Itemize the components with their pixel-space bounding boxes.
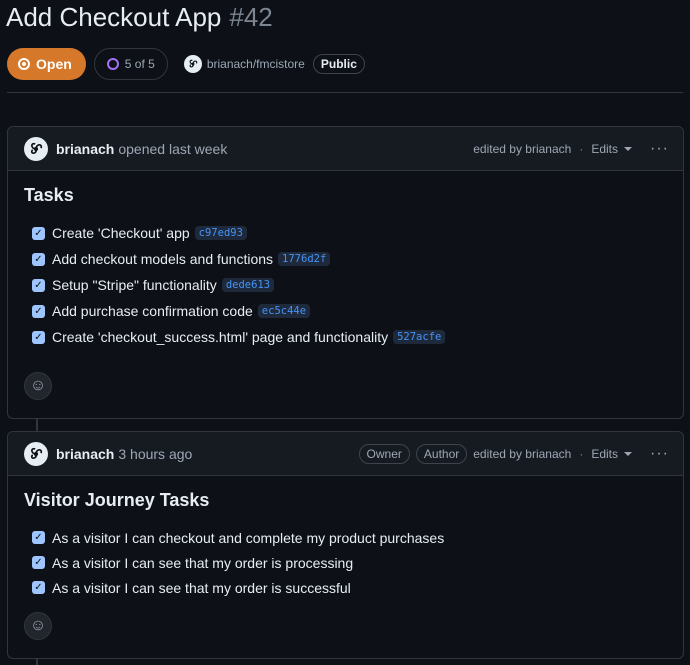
progress-ring-icon [106,58,119,70]
comment-heading: Tasks [24,185,74,205]
edits-label: Edits [591,141,619,156]
task-checkbox[interactable]: ✓ [32,226,45,240]
comment-timestamp[interactable]: opened last week [118,141,227,157]
task-item: ✓ Setup "Stripe" functionality dede613 [32,272,667,298]
smiley-icon[interactable]: ☺ [24,612,52,640]
task-text: As a visitor I can checkout and complete… [52,529,445,546]
task-text: Create 'Checkout' app [52,225,190,241]
task-text: Create 'checkout_success.html' page and … [52,329,389,345]
issue-title: Add Checkout App [6,2,222,32]
triskelion-avatar-icon[interactable] [24,136,48,161]
task-checkbox[interactable]: ✓ [32,556,45,569]
issue-opened-icon [18,58,30,70]
kebab-horizontal-icon[interactable]: ··· [650,140,669,158]
comment-body: Tasks ✓ Create 'Checkout' app c97ed93 ✓ … [8,171,683,412]
kebab-horizontal-icon[interactable]: ··· [650,445,669,463]
timeline-connector [36,658,38,665]
state-label: Open [36,56,72,72]
task-checkbox[interactable]: ✓ [32,581,45,594]
task-text: As a visitor I can see that my order is … [52,554,354,571]
task-item: ✓ Add checkout models and functions 1776… [32,246,667,272]
task-progress-label: 5 of 5 [124,57,155,71]
issue-title-row: Add Checkout App #42 [6,2,273,38]
task-item: ✓ As a visitor I can checkout and comple… [32,525,667,550]
task-checkbox[interactable]: ✓ [32,278,45,292]
task-item: ✓ As a visitor I can see that my order i… [32,575,667,600]
owner-badge: Owner [358,443,410,464]
commit-sha-link[interactable]: ec5c44e [257,304,311,318]
issue-meta: Open 5 of 5 brianach/fmcistore Public [7,48,365,80]
task-list: ✓ As a visitor I can checkout and comple… [24,525,667,600]
commit-sha-link[interactable]: c97ed93 [194,226,247,240]
commit-sha-link[interactable]: 527acfe [393,330,446,344]
task-progress[interactable]: 5 of 5 [93,48,168,80]
visibility-badge: Public [312,54,365,74]
issue-body-comment: brianach opened last week edited by bria… [7,126,684,419]
triskelion-avatar-icon[interactable] [24,441,48,466]
edits-dropdown[interactable]: Edits [591,141,633,156]
comment-heading: Visitor Journey Tasks [24,490,210,510]
repo-link[interactable]: brianach/fmcistore [207,57,305,71]
task-item: ✓ Create 'checkout_success.html' page an… [32,324,667,350]
task-checkbox[interactable]: ✓ [32,304,45,318]
edits-dropdown[interactable]: Edits [591,446,633,461]
triskelion-avatar-icon[interactable] [183,55,202,73]
state-badge: Open [7,48,86,80]
comment-body: Visitor Journey Tasks ✓ As a visitor I c… [8,476,683,652]
task-checkbox[interactable]: ✓ [32,330,45,344]
commit-sha-link[interactable]: 1776d2f [278,252,331,266]
comment-timestamp[interactable]: 3 hours ago [118,446,192,462]
comment-header: brianach 3 hours ago Owner Author edited… [8,432,683,476]
commit-sha-link[interactable]: dede613 [221,278,275,292]
edits-label: Edits [591,446,619,461]
edited-by-label: edited by brianach [473,446,572,461]
separator-dot: · [579,446,584,461]
comment-header-actions: Owner Author edited by brianach · Edits … [358,443,669,464]
task-list: ✓ Create 'Checkout' app c97ed93 ✓ Add ch… [24,220,667,350]
task-checkbox[interactable]: ✓ [32,252,45,266]
comment-header: brianach opened last week edited by bria… [8,127,683,171]
comment-author[interactable]: brianach [56,141,114,157]
chevron-down-icon [624,451,633,456]
comment-author[interactable]: brianach [56,446,114,462]
task-text: Setup "Stripe" functionality [52,277,217,293]
header-divider [7,92,683,93]
comment: brianach 3 hours ago Owner Author edited… [7,431,684,659]
chevron-down-icon [624,146,633,151]
author-badge: Author [415,443,468,464]
task-checkbox[interactable]: ✓ [32,531,45,544]
smiley-icon[interactable]: ☺ [24,372,52,400]
task-text: As a visitor I can see that my order is … [52,579,351,596]
task-item: ✓ As a visitor I can see that my order i… [32,550,667,575]
task-text: Add purchase confirmation code [52,303,253,319]
comment-header-actions: edited by brianach · Edits ··· [473,140,669,158]
issue-number: #42 [229,2,273,32]
task-text: Add checkout models and functions [52,251,274,267]
timeline-connector [36,418,38,432]
task-item: ✓ Add purchase confirmation code ec5c44e [32,298,667,324]
task-item: ✓ Create 'Checkout' app c97ed93 [32,220,667,246]
edited-by-label: edited by brianach [473,141,572,156]
separator-dot: · [579,141,584,156]
